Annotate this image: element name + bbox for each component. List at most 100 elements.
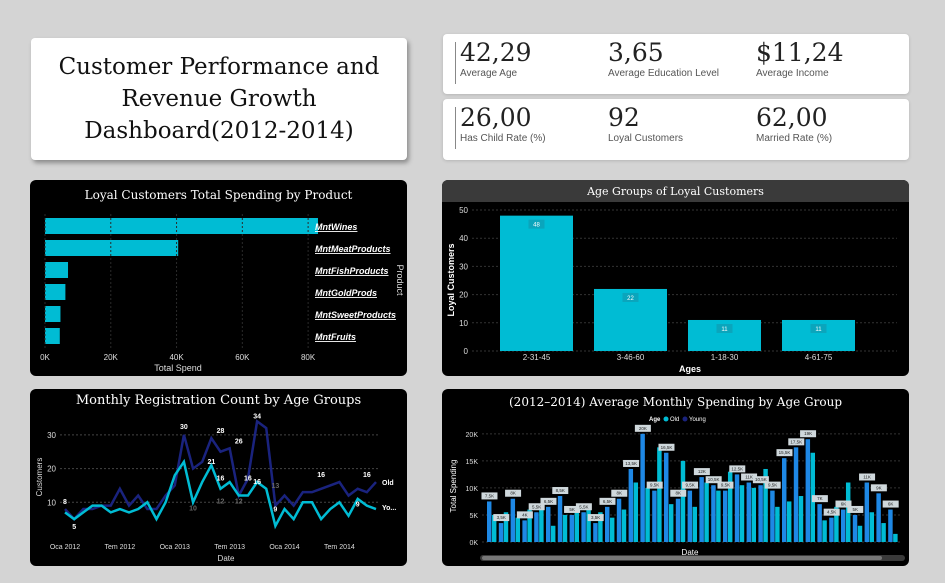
x-tick-label: 80K xyxy=(301,353,316,362)
bar-young xyxy=(657,447,662,542)
legend-label-old: Old xyxy=(670,417,679,423)
bar-old xyxy=(841,509,846,542)
data-label: 16 xyxy=(363,472,371,479)
data-label: 20K xyxy=(639,426,647,431)
kpi-has-child-rate: 26,00 Has Child Rate (%) xyxy=(460,103,546,145)
x-tick-label: Tem 2014 xyxy=(324,544,355,551)
y-tick-label: 40 xyxy=(459,234,468,243)
bar xyxy=(45,262,69,278)
kpi-average-education: 3,65 Average Education Level xyxy=(608,38,719,80)
data-label: 13 xyxy=(271,483,279,490)
x-tick-label: Oca 2014 xyxy=(269,544,299,551)
data-label: 11 xyxy=(721,327,728,333)
y-tick-label: 20 xyxy=(459,291,468,300)
bar-young xyxy=(798,496,804,542)
data-label: 16,5K xyxy=(661,445,673,450)
x-axis-label: Total Spend xyxy=(154,363,202,373)
spending-by-product-chart: MntWines MntMeatProducts MntFishProducts Mn… xyxy=(40,214,405,373)
category-label: MntFruits xyxy=(315,332,356,342)
data-label: 22 xyxy=(627,296,634,302)
legend-title: Age xyxy=(649,417,661,423)
data-label: 11K xyxy=(745,475,753,480)
bar xyxy=(500,215,573,351)
bar-old xyxy=(498,523,504,542)
data-label: 12 xyxy=(217,499,225,506)
data-label: 8 xyxy=(63,499,67,506)
data-label: 10,5K xyxy=(755,477,767,482)
registration-count-panel[interactable]: Monthly Registration Count by Age Groups… xyxy=(30,389,407,566)
bar-old xyxy=(888,509,893,542)
legend-label-young: Young xyxy=(689,417,706,423)
kpi-label: Has Child Rate (%) xyxy=(460,133,546,144)
bar-young xyxy=(680,460,686,542)
series-label-young: Yo... xyxy=(382,505,396,512)
x-tick-label: Tem 2012 xyxy=(105,544,136,551)
data-label: 5 xyxy=(72,524,76,531)
monthly-spending-panel[interactable]: (2012–2014) Average Monthly Spending by … xyxy=(442,389,909,566)
data-label: 8K xyxy=(676,491,682,496)
kpi-label: Average Age xyxy=(460,68,518,79)
y-tick-label: 20K xyxy=(466,432,479,439)
bar-old xyxy=(829,517,834,542)
bar-old xyxy=(817,504,822,542)
x-tick-label: Oca 2013 xyxy=(160,544,190,551)
x-tick-label: 20K xyxy=(104,353,119,362)
data-label: 9 xyxy=(273,507,277,514)
data-label: 26 xyxy=(235,438,243,445)
bar-old xyxy=(782,458,787,542)
category-label: MntMeatProducts xyxy=(315,244,391,254)
bar-young xyxy=(550,525,556,542)
kpi-average-age: 42,29 Average Age xyxy=(460,38,532,80)
y-axis-label: Customers xyxy=(35,458,44,497)
x-tick-label: 1-18-30 xyxy=(711,353,739,362)
data-label: 8K xyxy=(617,491,623,496)
data-label: 12,5K xyxy=(731,466,743,471)
bar-old xyxy=(687,490,693,542)
kpi-married-rate: 62,00 Married Rate (%) xyxy=(756,103,832,145)
series-line-young xyxy=(64,458,377,530)
data-label: 13,5K xyxy=(625,461,637,466)
spending-by-product-panel[interactable]: Loyal Customers Total Spending by Produc… xyxy=(30,180,407,376)
data-label: 5K xyxy=(853,507,859,512)
data-label: 8K xyxy=(510,491,516,496)
category-label: MntSweetProducts xyxy=(315,310,396,320)
y-tick-label: 30 xyxy=(47,431,56,440)
data-label: 34 xyxy=(253,413,261,420)
bar xyxy=(45,240,179,256)
kpi-loyal-customers: 92 Loyal Customers xyxy=(608,103,683,145)
x-tick-label: 40K xyxy=(169,353,184,362)
legend-swatch-old xyxy=(663,416,669,422)
kpi-card-bottom: 26,00 Has Child Rate (%) 92 Loyal Custom… xyxy=(443,99,909,160)
dashboard-title: Customer Performance and Revenue Growth … xyxy=(58,54,380,144)
bar xyxy=(45,328,60,344)
data-label: 28 xyxy=(217,428,225,435)
bar-old xyxy=(805,439,811,542)
x-axis-label: Ages xyxy=(679,364,701,374)
data-label: 9,5K xyxy=(650,483,659,488)
bar-old xyxy=(581,512,586,542)
bar-old xyxy=(793,447,799,542)
data-label: 4K xyxy=(522,512,528,517)
data-label: 48 xyxy=(533,223,540,229)
data-label: 9K xyxy=(876,485,882,490)
data-label: 9,5K xyxy=(721,483,730,488)
data-label: 21 xyxy=(207,459,215,466)
bar-young xyxy=(668,504,674,542)
bar-old xyxy=(664,452,669,542)
dashboard-title-card: Customer Performance and Revenue Growth … xyxy=(31,38,407,160)
bar-old xyxy=(522,520,527,542)
age-groups-panel[interactable]: Age Groups of Loyal Customers 0 10 20 30 40 5… xyxy=(442,180,909,376)
kpi-value: 3,65 xyxy=(608,38,664,67)
bar-young xyxy=(633,482,639,542)
bar-old xyxy=(711,485,716,542)
data-label: 5K xyxy=(569,507,575,512)
bar-old xyxy=(510,498,516,542)
kpi-card-top: 42,29 Average Age 3,65 Average Education… xyxy=(443,34,909,94)
data-label: 8,5K xyxy=(556,488,565,493)
data-label: 17,5K xyxy=(790,439,802,444)
kpi-label: Loyal Customers xyxy=(608,133,684,144)
data-label: 11 xyxy=(815,327,822,333)
data-label: 6K xyxy=(888,502,894,507)
bar-old xyxy=(675,498,681,542)
data-label: 3,5K xyxy=(497,515,506,520)
